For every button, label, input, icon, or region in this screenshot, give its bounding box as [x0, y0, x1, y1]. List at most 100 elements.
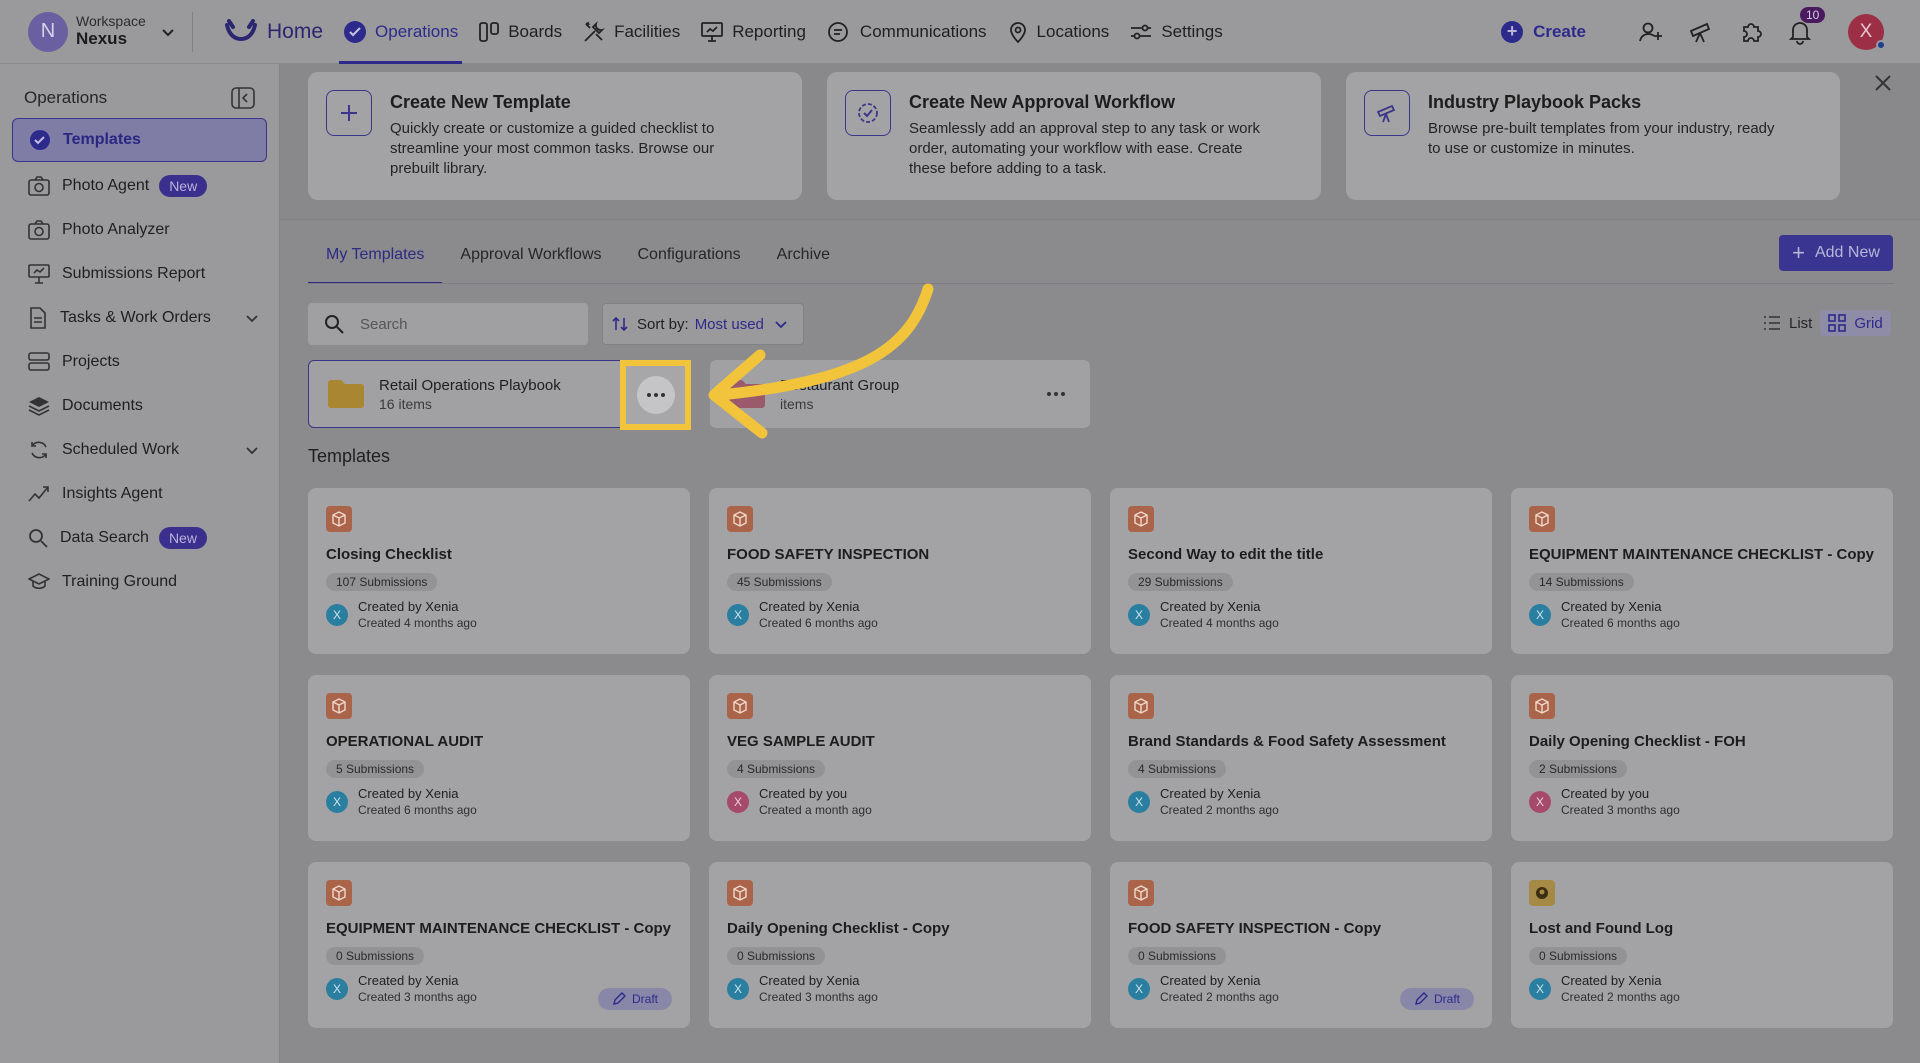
layers-icon: [28, 395, 50, 417]
sidebar-title: Operations: [24, 88, 108, 107]
grid-icon: [1828, 314, 1847, 332]
template-card[interactable]: FOOD SAFETY INSPECTION 45 Submissions X Cre…: [709, 488, 1091, 654]
sidebar-item-photo-agent[interactable]: Photo Agent New: [12, 164, 267, 208]
sidebar-item-submissions-report[interactable]: Submissions Report: [12, 252, 267, 296]
template-title: Brand Standards & Food Safety Assessment: [1128, 733, 1446, 750]
tab-my-templates[interactable]: My Templates: [308, 232, 443, 284]
template-card[interactable]: OPERATIONAL AUDIT 5 Submissions X Created b…: [308, 675, 690, 841]
sidebar-item-scheduled-work[interactable]: Scheduled Work: [12, 428, 267, 472]
created-date: Created 3 months ago: [1561, 803, 1680, 817]
sidebar-item-label: Scheduled Work: [62, 441, 180, 458]
home-logo-icon: [223, 18, 259, 45]
create-label: Create: [1533, 21, 1586, 41]
template-card[interactable]: Second Way to edit the title 29 Submissio…: [1110, 488, 1492, 654]
check-circle-icon: [343, 20, 367, 44]
more-options-button[interactable]: [636, 376, 675, 414]
close-icon[interactable]: [1874, 74, 1892, 92]
user-avatar[interactable]: X: [1848, 13, 1886, 50]
template-card[interactable]: EQUIPMENT MAINTENANCE CHECKLIST - Copy 0 …: [308, 862, 690, 1028]
sidebar-item-label: Tasks & Work Orders: [60, 309, 211, 326]
create-approval-workflow-card[interactable]: Create New Approval Workflow Seamlessly …: [827, 72, 1321, 200]
search-placeholder: Search: [360, 315, 408, 333]
chevron-down-icon[interactable]: [245, 311, 259, 325]
location-pin-icon: [1007, 20, 1029, 44]
industry-playbook-packs-card[interactable]: Industry Playbook Packs Browse pre-built…: [1346, 72, 1840, 200]
folder-count: 16 items: [379, 395, 432, 412]
puzzle-icon[interactable]: [1738, 19, 1764, 45]
submissions-badge: 0 Submissions: [1529, 947, 1628, 965]
template-card[interactable]: Brand Standards & Food Safety Assessment…: [1110, 675, 1492, 841]
sliders-icon: [1129, 21, 1153, 43]
nav-home[interactable]: Home: [213, 0, 333, 64]
template-card[interactable]: Lost and Found Log 0 Submissions X Created …: [1511, 862, 1893, 1028]
workspace-switcher[interactable]: N Workspace Nexus: [28, 11, 188, 52]
box-icon: [326, 693, 352, 719]
search-input[interactable]: Search: [308, 303, 588, 345]
nav-locations-label: Locations: [1036, 21, 1110, 41]
telescope-icon[interactable]: [1688, 19, 1714, 45]
sidebar-item-documents[interactable]: Documents: [12, 384, 267, 428]
sort-label: Sort by:: [637, 315, 689, 333]
add-user-icon[interactable]: [1638, 20, 1664, 44]
sidebar-item-templates[interactable]: Templates: [12, 118, 267, 162]
created-date: Created 4 months ago: [358, 616, 477, 630]
add-new-button[interactable]: + Add New: [1779, 235, 1893, 271]
sidebar-item-projects[interactable]: Projects: [12, 340, 267, 384]
nav-facilities[interactable]: Facilities: [572, 0, 690, 64]
template-card[interactable]: EQUIPMENT MAINTENANCE CHECKLIST - Copy 14…: [1511, 488, 1893, 654]
create-button[interactable]: + Create: [1501, 20, 1586, 43]
list-view-button[interactable]: List: [1755, 311, 1820, 336]
created-by: Created by you: [1561, 786, 1650, 801]
online-status-dot: [1876, 39, 1886, 50]
sidebar-item-training-ground[interactable]: Training Ground: [12, 560, 267, 604]
box-icon: [727, 693, 753, 719]
created-by: Created by Xenia: [1561, 973, 1662, 988]
nav-communications-label: Communications: [859, 21, 987, 41]
created-by: Created by Xenia: [1160, 599, 1261, 614]
tab-approval-workflows[interactable]: Approval Workflows: [442, 232, 619, 284]
nav-operations-label: Operations: [375, 21, 459, 41]
plus-icon: +: [1501, 20, 1524, 43]
avatar: X: [326, 791, 348, 813]
sidebar-item-data-search[interactable]: Data Search New: [12, 516, 267, 560]
template-card[interactable]: Closing Checklist 107 Submissions X Created…: [308, 488, 690, 654]
created-date: Created 4 months ago: [1160, 616, 1279, 630]
pencil-icon: [1414, 992, 1428, 1006]
camera-icon: [28, 176, 50, 196]
avatar: X: [727, 978, 749, 1000]
nav-operations[interactable]: Operations: [333, 0, 468, 64]
nav-settings[interactable]: Settings: [1119, 0, 1232, 64]
avatar: X: [1128, 604, 1150, 626]
card-description: Seamlessly add an approval step to any t…: [909, 120, 1261, 177]
create-template-card[interactable]: Create New Template Quickly create or cu…: [308, 72, 802, 200]
bell-icon[interactable]: 10: [1788, 6, 1826, 45]
workspace-avatar: N: [28, 11, 68, 52]
template-card[interactable]: FOOD SAFETY INSPECTION - Copy 0 Submissio…: [1110, 862, 1492, 1028]
collapse-sidebar-icon[interactable]: [231, 87, 255, 109]
notification-count-badge: 10: [1800, 6, 1826, 23]
avatar: X: [1128, 978, 1150, 1000]
created-date: Created 6 months ago: [1561, 616, 1680, 630]
sidebar-item-tasks-work-orders[interactable]: Tasks & Work Orders: [12, 296, 267, 340]
draft-label: Draft: [631, 992, 658, 1006]
template-title: OPERATIONAL AUDIT: [326, 733, 484, 750]
sidebar-item-insights-agent[interactable]: Insights Agent: [12, 472, 267, 516]
template-card[interactable]: VEG SAMPLE AUDIT 4 Submissions X Created by…: [709, 675, 1091, 841]
nav-reporting[interactable]: Reporting: [690, 0, 816, 64]
template-card[interactable]: Daily Opening Checklist - FOH 2 Submissio…: [1511, 675, 1893, 841]
nav-boards[interactable]: Boards: [468, 0, 572, 64]
sidebar-item-photo-analyzer[interactable]: Photo Analyzer: [12, 208, 267, 252]
template-card[interactable]: Daily Opening Checklist - Copy 0 Submissi…: [709, 862, 1091, 1028]
telescope-icon: [1364, 90, 1410, 136]
created-date: Created 2 months ago: [1160, 803, 1279, 817]
nav-locations[interactable]: Locations: [997, 0, 1120, 64]
sidebar-item-label: Documents: [62, 397, 143, 414]
badge-check-icon: [845, 90, 891, 136]
chevron-down-icon[interactable]: [245, 443, 259, 457]
nav-communications[interactable]: Communications: [816, 0, 997, 64]
plus-icon: +: [1792, 240, 1805, 265]
grid-view-button[interactable]: Grid: [1820, 310, 1891, 336]
template-title: Closing Checklist: [326, 546, 452, 563]
draft-badge: Draft: [1399, 988, 1474, 1010]
more-options-icon[interactable]: [1044, 382, 1068, 406]
